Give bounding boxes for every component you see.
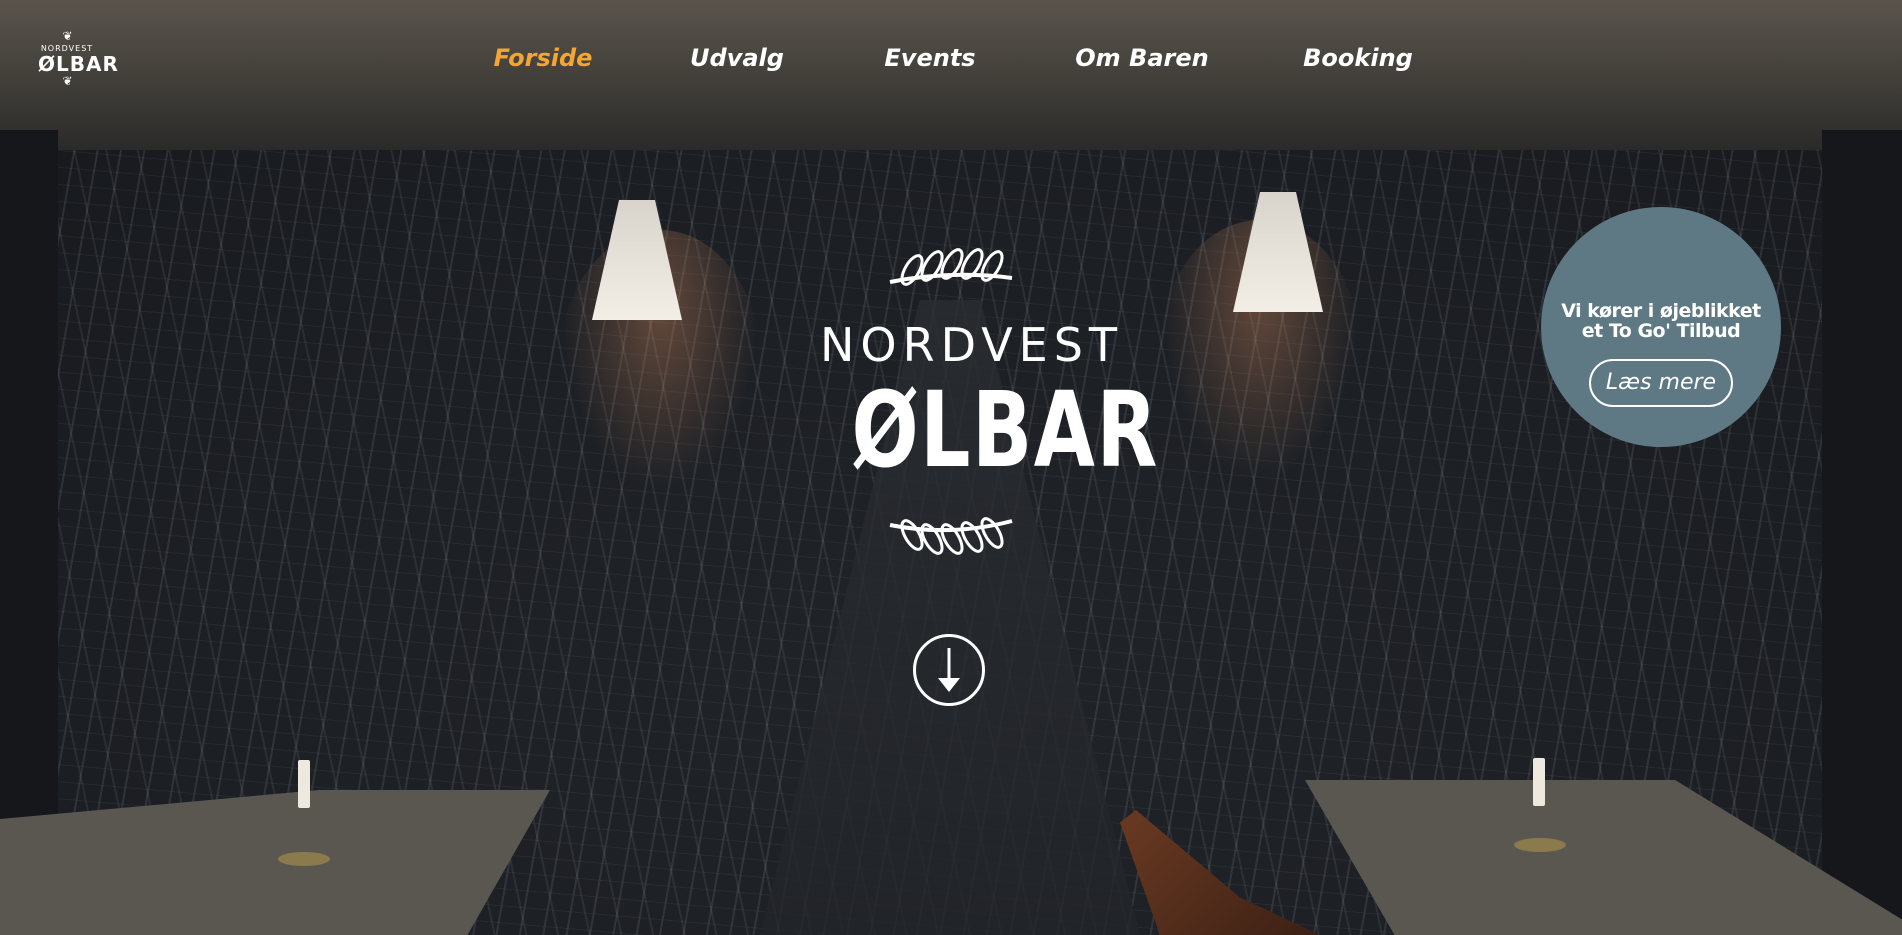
leaf-branch-top-icon	[889, 248, 1013, 286]
table-left	[0, 790, 550, 935]
nav-item-booking[interactable]: Booking	[1303, 44, 1413, 72]
scroll-down-button[interactable]	[913, 634, 985, 706]
read-more-button[interactable]: Læs mere	[1589, 359, 1733, 407]
hero-logo-main: ØLBAR	[851, 369, 1159, 491]
candle-holder-left	[278, 852, 330, 866]
candle-left	[298, 760, 310, 808]
leaf-icon: ❦	[62, 29, 72, 43]
nav-item-forside[interactable]: Forside	[494, 44, 593, 72]
hero-logo-top: NORDVEST	[820, 318, 1124, 372]
leaf-branch-bottom-icon	[889, 517, 1013, 555]
promo-badge: Vi kører i øjeblikket et To Go' Tilbud L…	[1541, 207, 1781, 447]
hero-logo: NORDVEST ØLBAR	[820, 240, 1159, 580]
nav-item-om-baren[interactable]: Om Baren	[1075, 44, 1208, 72]
candle-right	[1533, 758, 1545, 806]
main-nav: Forside Udvalg Events Om Baren Booking	[0, 44, 1902, 84]
candle-holder-right	[1514, 838, 1566, 852]
promo-text: Vi kører i øjeblikket et To Go' Tilbud	[1561, 300, 1761, 342]
nav-item-udvalg[interactable]: Udvalg	[690, 44, 784, 72]
nav-item-events[interactable]: Events	[884, 44, 975, 72]
arrow-down-icon	[938, 648, 960, 692]
right-wall	[1822, 130, 1902, 935]
hero-section: ❦ NORDVEST ØLBAR ❦ Forside Udvalg Events…	[0, 0, 1902, 935]
left-wall	[0, 130, 58, 935]
